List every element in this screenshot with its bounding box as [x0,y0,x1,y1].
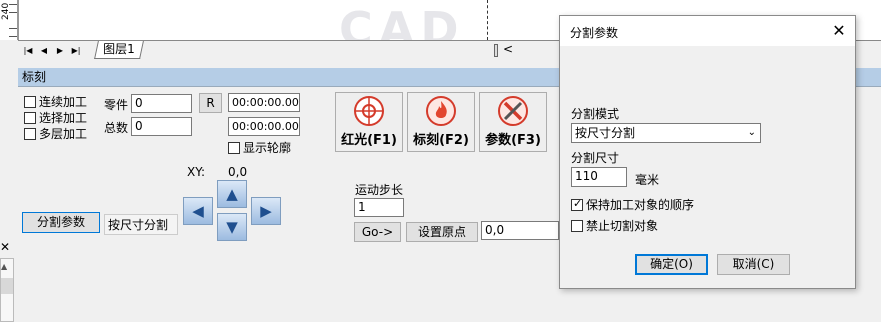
cancel-button[interactable]: 取消(C) [717,254,790,275]
split-size-input[interactable]: 110 [571,167,627,187]
move-right-arrow-icon[interactable]: ▶ [251,197,281,225]
red-light-label: 红光(F1) [341,133,397,148]
checkbox-box[interactable] [24,127,36,140]
dialog-title: 分割参数 [570,26,619,40]
elapsed-time-field: 00:00:00.000 [228,93,300,112]
total-label: 总数 [104,121,129,135]
multilayer-process-checkbox[interactable]: 多层加工 [24,125,87,142]
total-count-input[interactable]: 0 [131,117,192,136]
chevron-down-icon: ⌄ [747,127,756,138]
mark-label: 标刻(F2) [413,133,469,148]
select-process-checkbox[interactable]: 选择加工 [24,109,87,126]
split-mode-label: 分割模式 [571,107,620,121]
no-cut-checkbox[interactable]: 禁止切割对象 [571,217,658,234]
goto-button[interactable]: Go-> [354,222,401,242]
prev-tab-icon[interactable]: ◀ [38,45,50,57]
checkbox-box[interactable] [571,219,583,232]
step-label: 运动步长 [355,183,404,197]
checkbox-box[interactable] [24,111,36,124]
show-outline-checkbox[interactable]: 显示轮廓 [228,139,291,156]
red-light-button[interactable]: 红光(F1) [335,92,403,152]
step-input[interactable]: 1 [354,198,404,217]
work-area-boundary [487,0,488,40]
splitter-handle[interactable] [494,44,498,57]
ok-button[interactable]: 确定(O) [635,254,708,275]
ruler-label: 240 [1,2,11,20]
params-button[interactable]: 参数(F3) [479,92,547,152]
crossed-tools-icon [498,96,528,126]
scrollbar-thumb[interactable] [1,278,13,294]
close-icon[interactable]: ✕ [0,240,14,254]
part-label: 零件 [104,98,129,112]
params-label: 参数(F3) [485,133,541,148]
scroll-up-icon[interactable]: ▲ [1,262,7,271]
move-up-arrow-icon[interactable]: ▲ [217,180,247,208]
split-size-label: 分割尺寸 [571,151,620,165]
close-icon[interactable]: ✕ [828,20,850,42]
split-params-dialog: 分割参数 ✕ 分割模式 按尺寸分割 ⌄ 分割尺寸 110 毫米 保持加工对象的顺… [559,15,856,289]
mark-button[interactable]: 标刻(F2) [407,92,475,152]
checkbox-box[interactable] [24,95,36,108]
set-origin-button[interactable]: 设置原点 [406,222,478,242]
split-params-button[interactable]: 分割参数 [22,212,100,233]
checkbox-box[interactable] [571,197,583,211]
scroll-left-icon[interactable]: < [503,42,513,56]
checkbox-box[interactable] [228,141,240,154]
move-left-arrow-icon[interactable]: ◀ [183,197,213,225]
flame-icon [426,96,456,126]
last-tab-icon[interactable]: ▶| [70,45,82,57]
part-count-input[interactable]: 0 [131,94,192,113]
crosshair-target-icon [354,96,384,126]
continuous-process-checkbox[interactable]: 连续加工 [24,93,87,110]
move-down-arrow-icon[interactable]: ▼ [217,213,247,241]
first-tab-icon[interactable]: |◀ [22,45,34,57]
reset-button[interactable]: R [199,93,222,113]
total-time-field: 00:00:00.000 [228,117,300,136]
next-tab-icon[interactable]: ▶ [54,45,66,57]
vertical-ruler: 240 [0,0,18,40]
tab-layer-1[interactable]: 图层1 [94,41,144,59]
split-mode-select[interactable]: 按尺寸分割 ⌄ [571,123,761,143]
size-unit-label: 毫米 [635,173,660,187]
xy-label: XY: [187,165,205,179]
keep-order-checkbox[interactable]: 保持加工对象的顺序 [571,196,694,213]
split-mode-display: 按尺寸分割 [104,214,178,235]
xy-value: 0,0 [228,165,248,179]
origin-value-field: 0,0 [481,221,559,240]
